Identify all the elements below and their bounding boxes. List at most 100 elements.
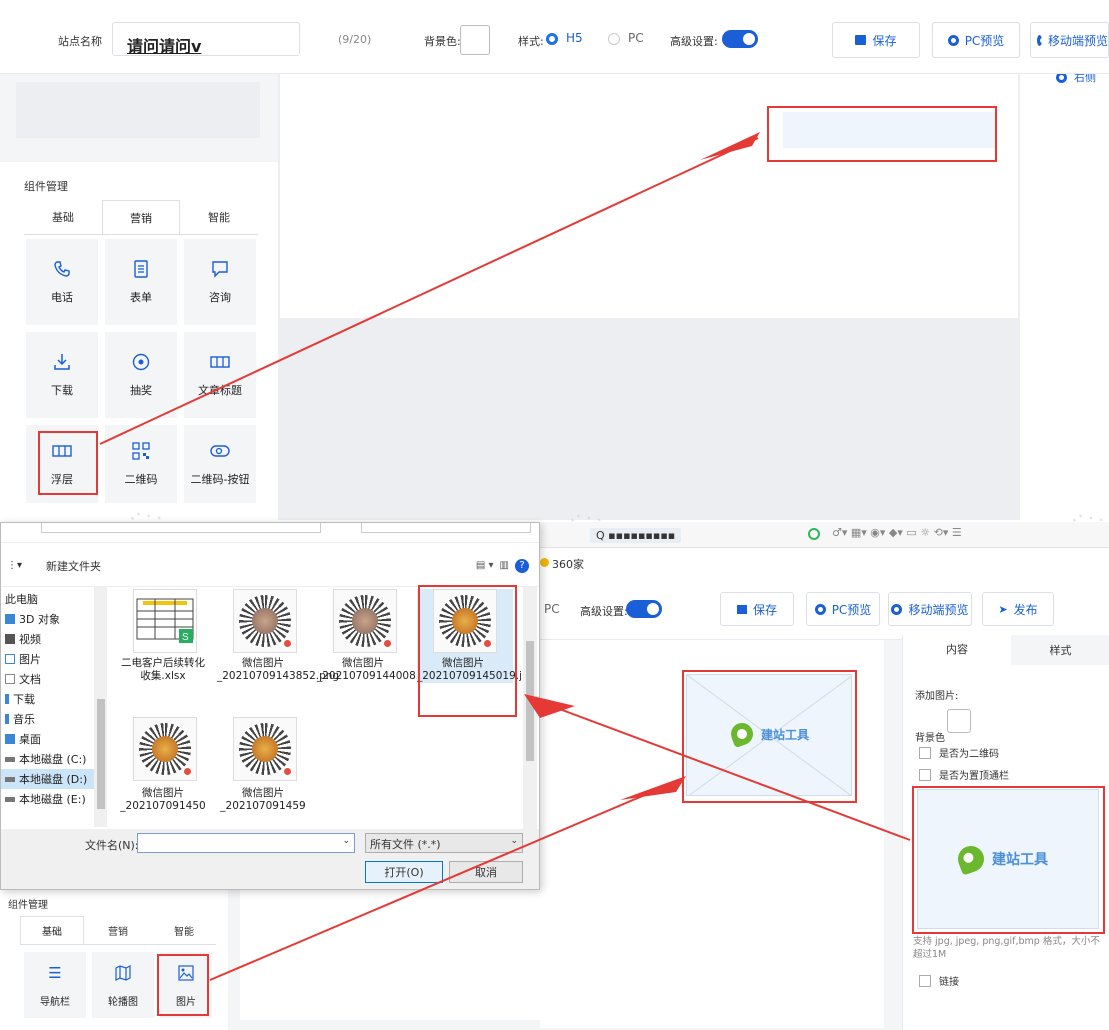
component-title: 组件管理 (8, 900, 48, 911)
radio-pc-label: PC (628, 31, 644, 45)
save-button[interactable]: 保存 (832, 22, 920, 58)
component-qrcode[interactable]: 二维码 (105, 425, 177, 503)
bottom-pc-preview-button[interactable]: PC预览 (806, 592, 880, 626)
advanced-toggle[interactable] (722, 30, 758, 48)
tree-desktop[interactable]: 桌面 (1, 729, 94, 749)
component-lottery[interactable]: 抽奖 (105, 332, 177, 418)
qr-checkbox-label: 是否为二维码 (939, 749, 999, 760)
highlight-selected-file (418, 585, 517, 717)
tree-pictures[interactable]: 图片 (1, 649, 94, 669)
tree-downloads[interactable]: 下载 (1, 689, 94, 709)
save-icon (855, 35, 867, 45)
tree-label: 文档 (19, 673, 41, 686)
tree-videos[interactable]: 视频 (1, 629, 94, 649)
publish-button[interactable]: ➤ 发布 (982, 592, 1054, 626)
file-item[interactable]: 微信图片_20210709144008.png (317, 589, 439, 683)
bottom-advanced-toggle[interactable] (626, 600, 662, 618)
tree-scrollbar[interactable] (95, 587, 107, 827)
component-carousel[interactable]: 轮播图 (92, 952, 154, 1018)
chevron-down-icon: ⌄ (342, 836, 350, 846)
qr-image-thumbnail (133, 717, 197, 781)
component-label: 抽奖 (130, 384, 152, 397)
tree-drive-c[interactable]: 本地磁盘 (C:) (1, 749, 94, 769)
browser-icons-strip: ♂▾ ▦▾ ◉▾ ◆▾ ▭ ☼ ⟲▾ ☰ (832, 526, 962, 539)
filename-input[interactable]: ⌄ (137, 833, 355, 853)
pc-preview-button[interactable]: PC预览 (932, 22, 1020, 58)
browser-icon[interactable] (808, 528, 820, 540)
filetype-select[interactable]: 所有文件 (*.*) ⌄ (365, 833, 523, 853)
component-qrcode-button[interactable]: 二维码-按钮 (184, 425, 256, 503)
site-name-input[interactable]: 请问请问v (112, 22, 300, 56)
radio-pc[interactable] (608, 33, 620, 45)
link-checkbox-row[interactable]: 链接 (919, 973, 959, 988)
file-item[interactable]: 微信图片_202107091459 (217, 717, 313, 813)
tab-marketing[interactable]: 营销 (102, 200, 180, 234)
files-scroll-thumb[interactable] (526, 641, 534, 761)
radio-h5[interactable] (546, 33, 558, 45)
search-box[interactable] (361, 523, 531, 533)
view-options-icon[interactable]: ▤ ▾ (476, 560, 494, 571)
document-icon (5, 674, 15, 684)
filename-label: 文件名(N): (85, 839, 139, 852)
file-item[interactable]: 微信图片_20210709143852.png (217, 589, 339, 683)
tree-label: 3D 对象 (19, 613, 60, 626)
qr-checkbox[interactable] (919, 746, 931, 759)
top-bar-checkbox-row[interactable]: 是否为置顶通栏 (919, 767, 1009, 782)
file-name: 微信图片_202107091450 (120, 787, 206, 812)
cancel-button[interactable]: 取消 (449, 861, 523, 883)
link-checkbox[interactable] (919, 974, 931, 987)
bg-color-swatch[interactable] (947, 709, 971, 733)
address-bar[interactable] (41, 523, 321, 533)
tree-drive-e[interactable]: 本地磁盘 (E:) (1, 789, 94, 809)
file-name: 微信图片_202107091459 (220, 787, 306, 812)
bookmark-icon (540, 558, 549, 567)
tab-smart[interactable]: 智能 (152, 916, 216, 944)
help-icon[interactable]: ? (515, 558, 529, 573)
mobile-preview-button[interactable]: 移动端预览 (1030, 22, 1109, 58)
tab-content[interactable]: 内容 (903, 635, 1011, 665)
tab-divider (24, 234, 258, 235)
component-consult[interactable]: 咨询 (184, 239, 256, 325)
file-item[interactable]: S 二电客户后续转化收集.xlsx (117, 589, 213, 683)
file-item[interactable]: 微信图片_202107091450 (117, 717, 213, 813)
tree-scroll-thumb[interactable] (97, 699, 105, 809)
top-bar-checkbox[interactable] (919, 768, 931, 781)
bookmark-label[interactable]: 360家 (552, 556, 584, 572)
xlsx-icon: S (133, 589, 197, 653)
tree-3d-objects[interactable]: 3D 对象 (1, 609, 94, 629)
browser-search[interactable]: Q ▪▪▪▪▪▪▪▪▪ (590, 528, 682, 543)
qr-image-thumbnail (333, 589, 397, 653)
qr-checkbox-row[interactable]: 是否为二维码 (919, 745, 999, 760)
tab-marketing[interactable]: 营销 (86, 916, 150, 944)
component-label: 文章标题 (198, 384, 242, 397)
tab-basic[interactable]: 基础 (20, 916, 84, 944)
organize-dropdown[interactable]: ⋮▾ (7, 560, 22, 571)
tab-basic[interactable]: 基础 (24, 200, 102, 234)
tab-style[interactable]: 样式 (1011, 635, 1109, 665)
component-label: 咨询 (209, 291, 231, 304)
preview-pane-icon[interactable]: ▥ (500, 560, 509, 571)
component-download[interactable]: 下载 (26, 332, 98, 418)
pc-preview-label: PC预览 (964, 33, 1005, 48)
component-phone[interactable]: 电话 (26, 239, 98, 325)
toggle-icon (210, 441, 230, 461)
tree-label: 桌面 (19, 733, 41, 746)
files-scrollbar[interactable] (523, 587, 537, 829)
new-folder-button[interactable]: 新建文件夹 (46, 558, 101, 574)
bg-color-swatch[interactable] (460, 25, 490, 55)
bg-color-label: 背景色: (424, 35, 461, 48)
component-navbar[interactable]: ☰ 导航栏 (24, 952, 86, 1018)
open-button[interactable]: 打开(O) (365, 861, 443, 883)
bottom-save-button[interactable]: 保存 (720, 592, 794, 626)
tab-smart[interactable]: 智能 (180, 200, 258, 234)
drive-icon (5, 796, 15, 802)
bottom-mobile-preview-button[interactable]: 移动端预览 (888, 592, 972, 626)
tree-this-pc[interactable]: 此电脑 (1, 589, 94, 609)
tree-music[interactable]: 音乐 (1, 709, 94, 729)
component-form[interactable]: 表单 (105, 239, 177, 325)
music-icon (5, 714, 9, 724)
chevron-down-icon: ⌄ (510, 836, 518, 846)
tree-drive-d[interactable]: 本地磁盘 (D:) (1, 769, 94, 789)
tree-documents[interactable]: 文档 (1, 669, 94, 689)
component-article-title[interactable]: 文章标题 (184, 332, 256, 418)
